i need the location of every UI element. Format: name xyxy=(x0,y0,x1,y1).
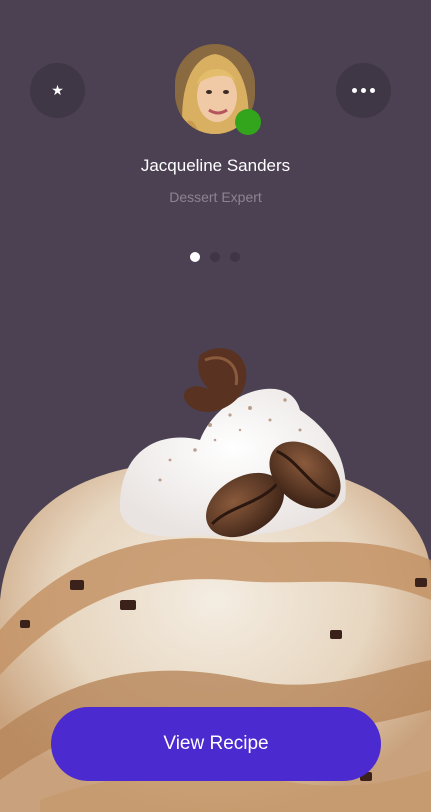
star-icon: ★ xyxy=(51,82,64,99)
page-dot-1[interactable] xyxy=(190,252,200,262)
profile-role: Dessert Expert xyxy=(169,189,262,205)
page-indicator xyxy=(190,252,240,262)
more-options-button[interactable] xyxy=(336,63,391,118)
page-dot-3[interactable] xyxy=(230,252,240,262)
online-status-indicator xyxy=(235,109,261,135)
page-dot-2[interactable] xyxy=(210,252,220,262)
view-recipe-button[interactable]: View Recipe xyxy=(51,707,381,781)
profile-screen: ★ Jacqueline Sanders Dessert Expert View… xyxy=(0,0,431,812)
more-dots-icon xyxy=(352,88,375,93)
profile-name: Jacqueline Sanders xyxy=(140,156,291,175)
avatar[interactable] xyxy=(175,44,261,135)
favorite-button[interactable]: ★ xyxy=(30,63,85,118)
